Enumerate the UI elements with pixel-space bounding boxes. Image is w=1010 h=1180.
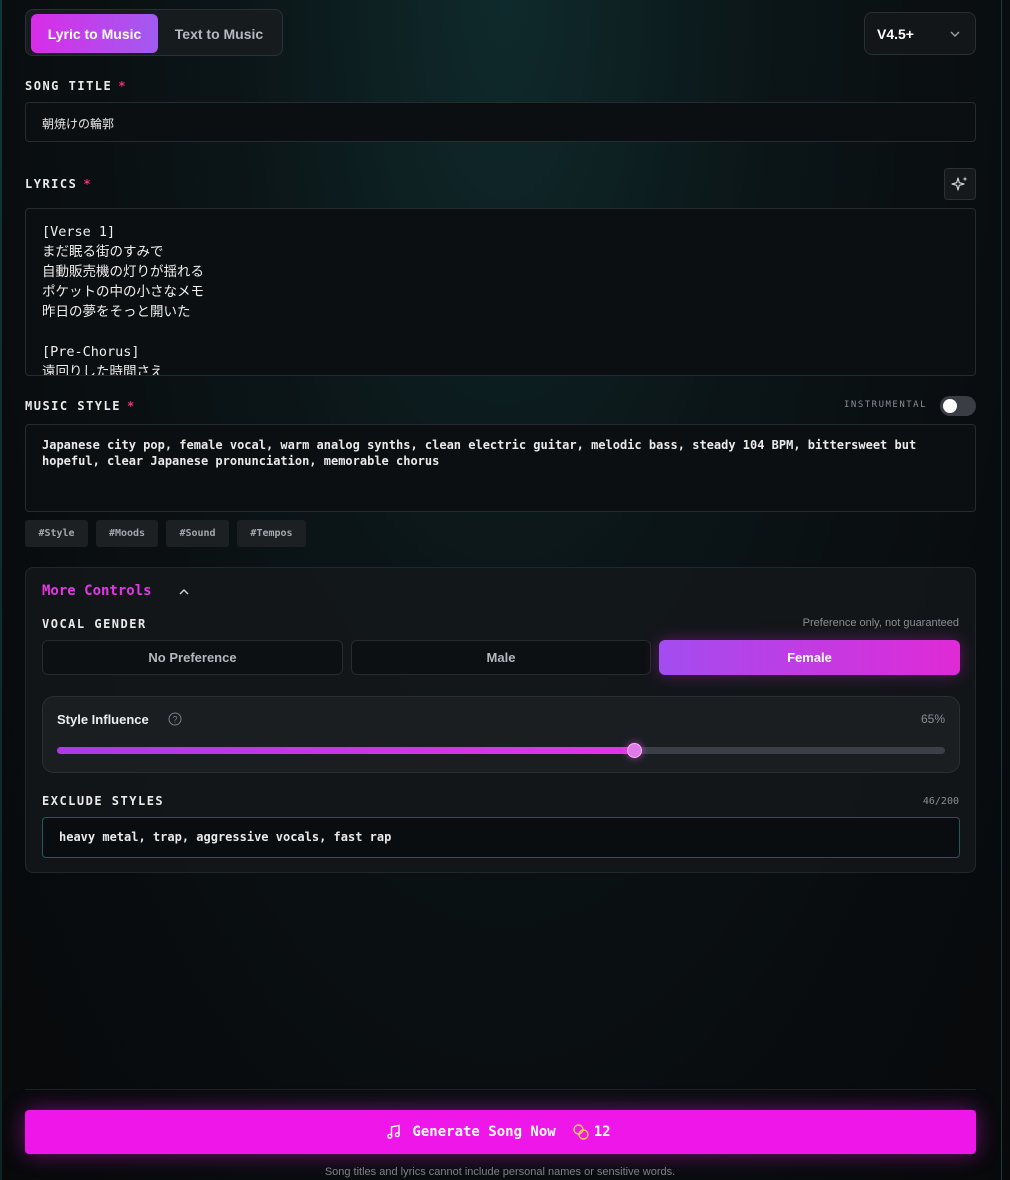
gender-no-preference-button[interactable]: No Preference xyxy=(42,640,343,675)
style-influence-slider[interactable] xyxy=(57,743,945,758)
required-marker: * xyxy=(118,79,127,93)
required-marker: * xyxy=(83,177,93,191)
slider-thumb[interactable] xyxy=(627,743,643,758)
tag-moods[interactable]: #Moods xyxy=(96,520,158,547)
more-controls-panel: More Controls VOCAL GENDER Preference on… xyxy=(25,567,976,873)
vocal-gender-label: VOCAL GENDER xyxy=(42,617,147,631)
svg-text:?: ? xyxy=(172,715,177,725)
style-influence-label: Style Influence xyxy=(57,712,149,727)
version-value: V4.5+ xyxy=(877,26,914,42)
exclude-styles-input[interactable]: heavy metal, trap, aggressive vocals, fa… xyxy=(42,817,960,858)
tab-lyric-to-music[interactable]: Lyric to Music xyxy=(31,14,158,53)
right-edge xyxy=(1001,0,1002,1180)
slider-fill xyxy=(57,747,635,754)
toggle-knob xyxy=(943,399,957,413)
lyrics-label: LYRICS * xyxy=(25,177,93,191)
mode-tabs: Lyric to Music Text to Music xyxy=(25,9,283,56)
lyrics-textarea[interactable]: [Verse 1] まだ眠る街のすみで 自動販売機の灯りが揺れる ポケットの中の… xyxy=(25,208,976,376)
instrumental-toggle[interactable] xyxy=(940,396,976,416)
gender-male-button[interactable]: Male xyxy=(351,640,651,675)
music-style-label: MUSIC STYLE * xyxy=(25,399,136,413)
tag-sound[interactable]: #Sound xyxy=(166,520,229,547)
gender-female-button[interactable]: Female xyxy=(659,640,960,675)
preference-note: Preference only, not guaranteed xyxy=(802,617,959,629)
style-influence-value: 65% xyxy=(920,712,945,726)
sparkle-icon xyxy=(951,176,968,191)
left-edge xyxy=(0,0,2,1180)
instrumental-label: INSTRUMENTAL xyxy=(844,400,928,410)
generate-label: Generate Song Now xyxy=(412,1124,556,1140)
credits-cost: 12 xyxy=(593,1124,611,1140)
version-select[interactable]: V4.5+ xyxy=(864,12,976,55)
tag-tempos[interactable]: #Tempos xyxy=(237,520,306,547)
generate-song-button[interactable]: Generate Song Now 12 xyxy=(25,1110,976,1154)
coins-icon xyxy=(573,1124,589,1140)
music-note-icon xyxy=(387,1124,401,1139)
song-title-input[interactable]: 朝焼けの輪郭 xyxy=(25,102,976,142)
help-icon[interactable]: ? xyxy=(168,712,182,726)
chevron-down-icon xyxy=(950,31,960,38)
required-marker: * xyxy=(126,399,136,413)
music-style-textarea[interactable]: Japanese city pop, female vocal, warm an… xyxy=(25,424,976,512)
disclaimer-text: Song titles and lyrics cannot include pe… xyxy=(324,1166,676,1178)
tag-style[interactable]: #Style xyxy=(25,520,88,547)
exclude-styles-label: EXCLUDE STYLES xyxy=(42,794,165,808)
exclude-styles-count: 46/200 xyxy=(922,796,959,807)
style-influence-card: Style Influence ? 65% xyxy=(42,696,960,773)
song-title-label: SONG TITLE * xyxy=(25,79,127,93)
ai-generate-lyrics-button[interactable] xyxy=(944,168,976,200)
divider xyxy=(25,1089,976,1090)
more-controls-toggle[interactable]: More Controls xyxy=(42,583,152,599)
chevron-up-icon[interactable] xyxy=(178,587,190,597)
tab-text-to-music[interactable]: Text to Music xyxy=(160,14,278,53)
